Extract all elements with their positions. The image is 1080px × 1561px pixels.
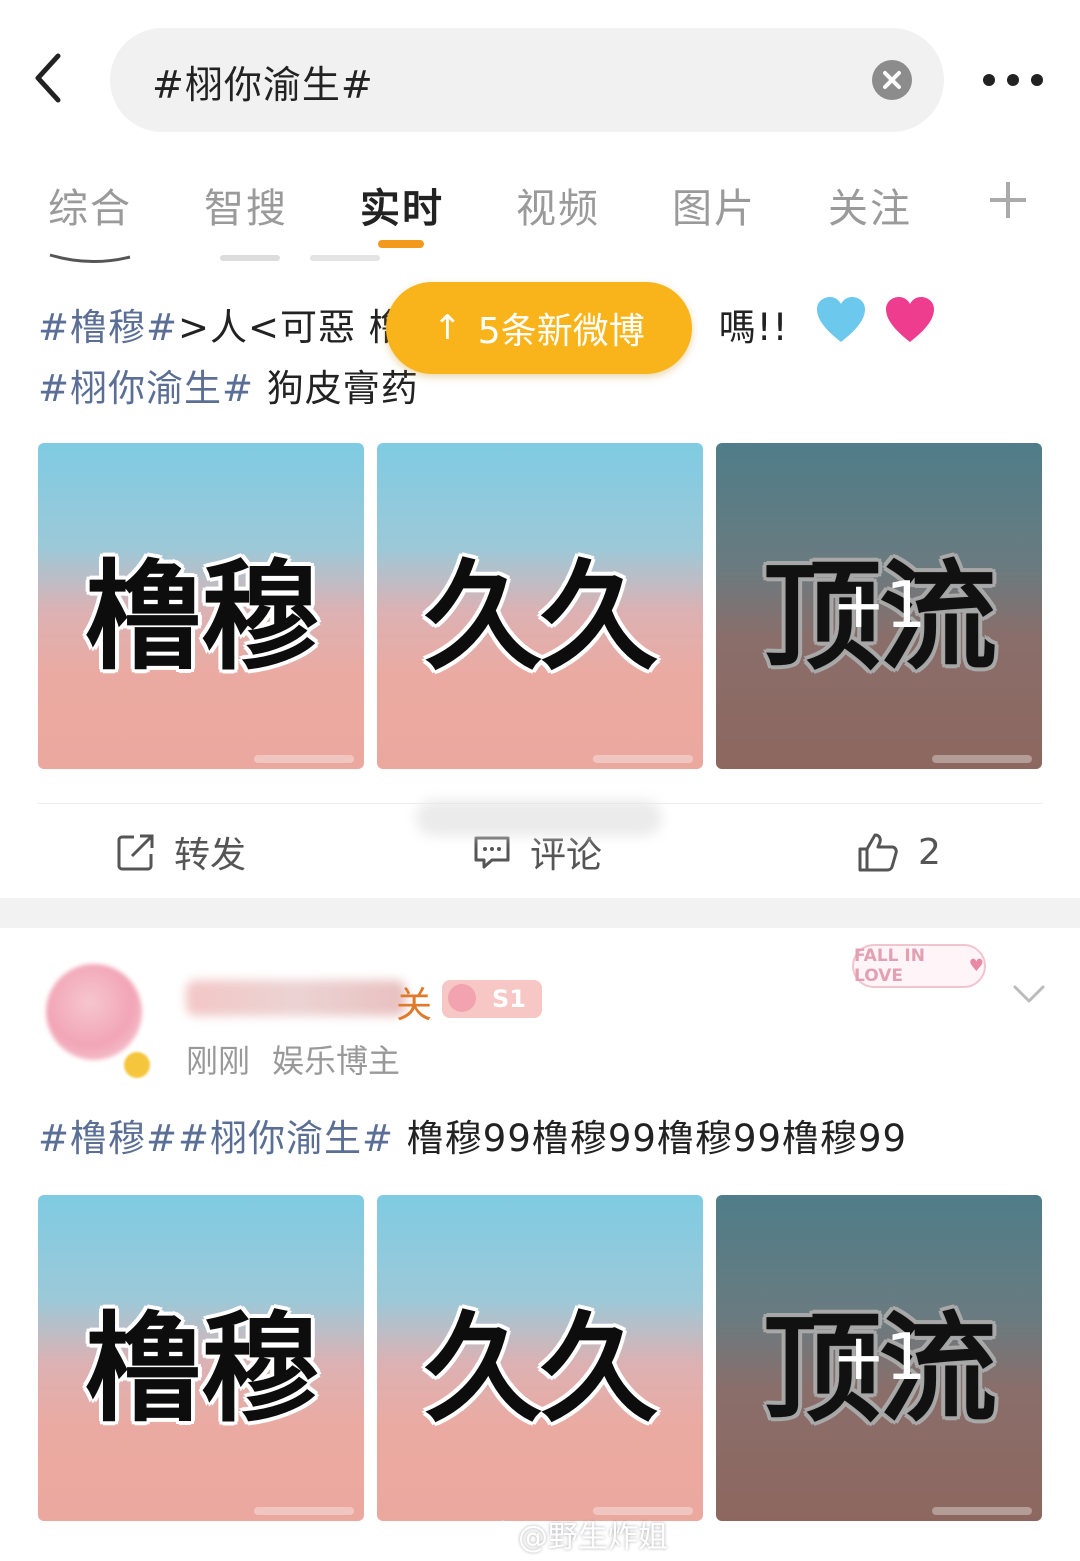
like-icon [858,833,898,872]
heart-icon: ♥ [968,956,984,976]
image-watermark [932,755,1032,763]
active-tab-indicator [378,240,424,248]
post-text-line: #橹穆##栩你渝生# 橹穆99橹穆99橹穆99橹穆99 [38,1108,907,1170]
image-watermark [932,1507,1032,1515]
like-count: 2 [918,831,941,873]
post-image[interactable]: 橹穆 [38,443,364,769]
pig-icon [448,984,476,1012]
up-arrow-icon: ↑ [433,308,462,348]
image-watermark [254,755,354,763]
image-caption: 橹穆 [84,1299,319,1438]
more-images-count: +1 [831,569,927,643]
clipped-post-header [40,252,380,266]
avatar[interactable] [46,964,142,1060]
add-tab-icon[interactable] [984,176,1032,224]
post-image[interactable]: 久久 [377,443,703,769]
chevron-down-icon[interactable] [1012,982,1046,1006]
image-caption: 久久 [423,1299,658,1438]
more-images-count: +1 [831,1321,927,1395]
back-icon[interactable] [28,48,74,108]
post-text: 橹穆99橹穆99橹穆99橹穆99 [394,1117,908,1160]
post-text-line: #栩你渝生# 狗皮膏药 [38,358,419,420]
username-tail: 关 [396,985,433,1026]
topic-link[interactable]: #橹穆# [38,306,178,349]
image-caption: 橹穆 [84,547,319,686]
post-text: 嗎!! [718,306,789,349]
decoration-sticker: FALL IN LOVE ♥ [852,944,986,988]
verified-badge-icon [124,1052,150,1078]
post-time: 刚刚 [186,1042,251,1080]
feed-separator [0,898,1080,928]
tab-comprehensive[interactable]: 综合 [30,176,150,232]
post-image[interactable]: 顶流 +1 [716,1195,1042,1521]
repost-button[interactable]: 转发 [116,826,246,878]
more-options-icon[interactable] [980,62,1046,98]
image-watermark [593,755,693,763]
post-text: >⼈<可惡 橹 [178,306,407,349]
tab-following[interactable]: 关注 [810,176,930,232]
image-caption: 久久 [423,547,658,686]
image-watermark [254,1507,354,1515]
post-image[interactable]: 久久 [377,1195,703,1521]
topic-link[interactable]: #栩你渝生# [38,367,254,410]
tab-realtime[interactable]: 实时 [342,176,462,232]
post-text: 狗皮膏药 [254,367,419,410]
watermark-text: @野生炸姐 [518,1520,668,1555]
level-badge: S1 [442,980,542,1018]
repost-icon [117,834,154,871]
author-category: 娱乐博主 [272,1042,401,1080]
topic-link[interactable]: #橹穆##栩你渝生# [38,1117,394,1160]
pink-heart-icon [884,296,936,363]
watermark: @野生炸姐 [474,1512,668,1556]
clear-search-icon[interactable] [872,60,912,100]
post-image[interactable]: 橹穆 [38,1195,364,1521]
weibo-logo-icon [475,1520,513,1550]
new-posts-button[interactable]: ↑ 5条新微博 [386,282,692,374]
like-button[interactable]: 2 [856,826,941,878]
level-badge-label: S1 [492,985,526,1013]
blue-heart-icon [815,296,867,363]
blurred-overlay [416,800,662,836]
tab-smart-search[interactable]: 智搜 [186,176,306,232]
comment-icon [474,836,510,869]
username-blurred[interactable] [186,980,406,1016]
search-query: #栩你渝生# [152,63,374,107]
post-image[interactable]: 顶流 +1 [716,443,1042,769]
new-posts-label: 5条新微博 [477,311,645,352]
tab-images[interactable]: 图片 [654,176,774,232]
search-input[interactable]: #栩你渝生# [110,28,944,132]
repost-label: 转发 [174,835,247,876]
sticker-text: FALL IN LOVE [854,946,925,986]
tab-video[interactable]: 视频 [498,176,618,232]
